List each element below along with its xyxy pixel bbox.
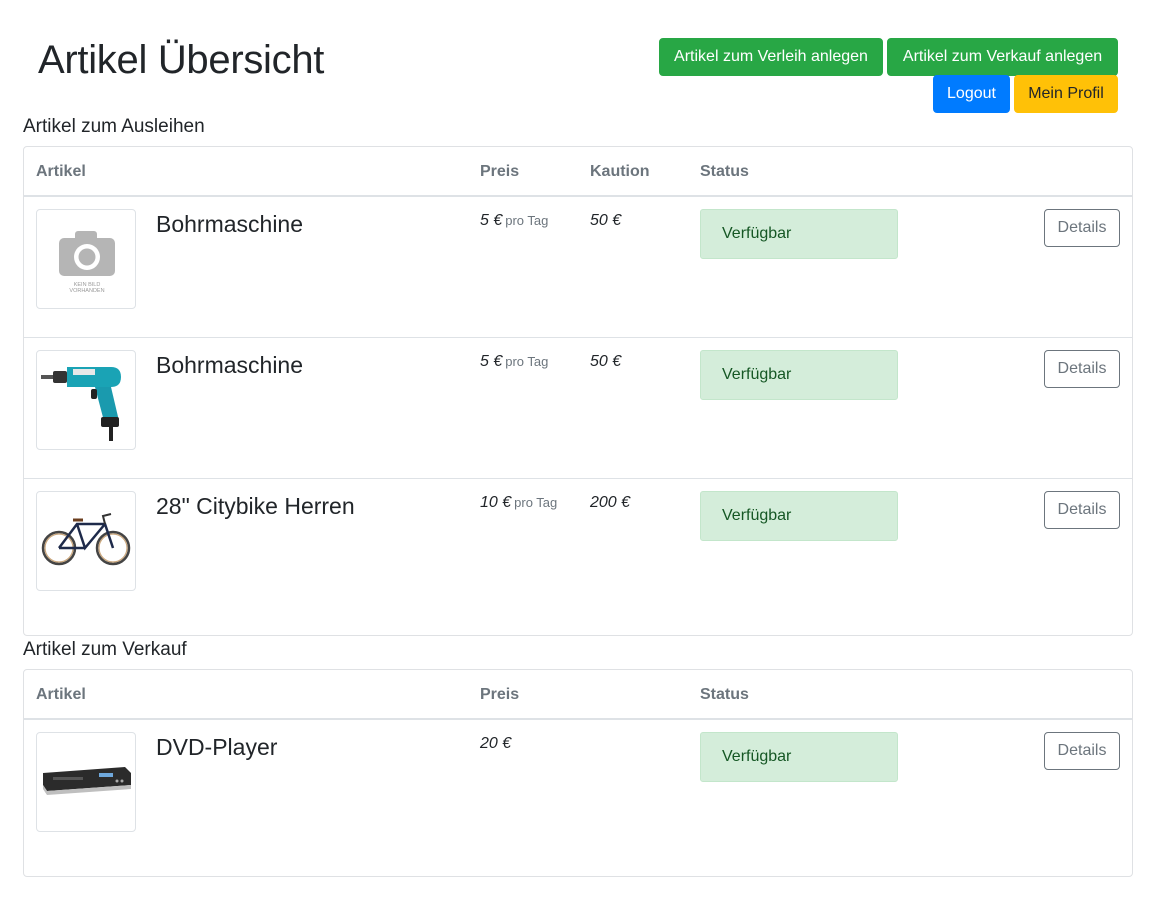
sale-section-title: Artikel zum Verkauf <box>23 639 187 660</box>
item-name: 28" Citybike Herren <box>156 493 355 519</box>
rental-section-title: Artikel zum Ausleihen <box>23 116 205 137</box>
drill-image <box>36 350 136 450</box>
status-badge: Verfügbar <box>700 491 898 541</box>
item-deposit: 50 € <box>590 212 622 229</box>
page-title: Artikel Übersicht <box>38 38 325 82</box>
column-header-preis: Preis <box>480 163 520 180</box>
my-profile-button[interactable]: Mein Profil <box>1014 75 1118 113</box>
table-header: Artikel Preis Kaution Status <box>24 147 1132 197</box>
table-row: 28" Citybike Herren 10 € pro Tag 200 € Ve… <box>24 479 1132 620</box>
dvd-player-icon <box>43 767 131 795</box>
status-badge: Verfügbar <box>700 350 898 400</box>
item-name: DVD-Player <box>156 734 278 760</box>
bike-image <box>36 491 136 591</box>
details-button[interactable]: Details <box>1044 491 1120 529</box>
details-button[interactable]: Details <box>1044 350 1120 388</box>
item-price: 10 € pro Tag <box>480 494 558 511</box>
rental-table: Artikel Preis Kaution Status KEIN BILD V… <box>23 146 1133 636</box>
camera-icon: KEIN BILD VORHANDEN <box>59 231 115 294</box>
table-row: DVD-Player 20 € Verfügbar Details <box>24 720 1132 861</box>
item-name: Bohrmaschine <box>156 352 304 378</box>
item-price: 20 € <box>480 735 512 752</box>
status-badge: Verfügbar <box>700 732 898 782</box>
logout-button[interactable]: Logout <box>933 75 1010 113</box>
add-sale-item-button[interactable]: Artikel zum Verkauf anlegen <box>887 38 1118 76</box>
column-header-kaution: Kaution <box>590 163 650 180</box>
item-price: 5 € pro Tag <box>480 212 549 229</box>
column-header-artikel: Artikel <box>36 686 86 703</box>
item-deposit: 50 € <box>590 353 622 370</box>
table-row: Bohrmaschine 5 € pro Tag 50 € Verfügbar D… <box>24 338 1132 479</box>
table-row: KEIN BILD VORHANDEN Bohrmaschine 5 € pro … <box>24 197 1132 338</box>
column-header-status: Status <box>700 163 749 180</box>
status-badge: Verfügbar <box>700 209 898 259</box>
table-header: Artikel Preis Status <box>24 670 1132 720</box>
details-button[interactable]: Details <box>1044 732 1120 770</box>
details-button[interactable]: Details <box>1044 209 1120 247</box>
svg-text:VORHANDEN: VORHANDEN <box>69 288 104 294</box>
column-header-preis: Preis <box>480 686 520 703</box>
no-image-placeholder: KEIN BILD VORHANDEN <box>36 209 136 309</box>
dvd-player-image <box>36 732 136 832</box>
add-rental-item-button[interactable]: Artikel zum Verleih anlegen <box>659 38 883 76</box>
sale-table: Artikel Preis Status DVD-Player 20 € Ver… <box>23 669 1133 877</box>
item-name: Bohrmaschine <box>156 211 304 237</box>
bicycle-icon <box>41 513 131 566</box>
column-header-status: Status <box>700 686 749 703</box>
drill-icon <box>41 367 121 441</box>
column-header-artikel: Artikel <box>36 163 86 180</box>
item-deposit: 200 € <box>590 494 631 511</box>
item-price: 5 € pro Tag <box>480 353 549 370</box>
